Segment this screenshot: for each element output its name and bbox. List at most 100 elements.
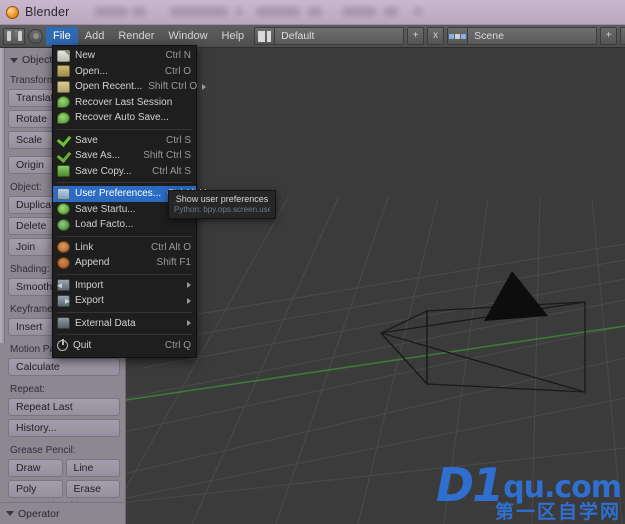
save-copy-icon — [57, 165, 70, 178]
history-button[interactable]: History... — [8, 419, 120, 437]
app-title: Blender — [25, 5, 70, 19]
editor-type-icon[interactable]: ⋮ — [3, 27, 25, 45]
save-startup-icon — [57, 203, 70, 216]
export-icon — [57, 294, 70, 307]
save-check-icon — [57, 134, 70, 146]
chevron-down-icon — [6, 511, 14, 516]
menu-item-label: Export — [75, 295, 104, 307]
menu-help[interactable]: Help — [215, 27, 252, 46]
menu-item-recover-last-session[interactable]: Recover Last Session — [53, 95, 196, 111]
menu-item-shortcut: Ctrl Alt O — [150, 241, 191, 253]
menu-add[interactable]: Add — [78, 27, 112, 46]
3d-viewport[interactable]: User Persp D1 qu.com 第一区自学网 — [126, 48, 625, 524]
menu-divider — [57, 311, 192, 313]
blender-window: Blender ⋮ File Add Render Window Help De… — [0, 0, 625, 524]
add-screen-layout-button[interactable]: + — [407, 27, 425, 45]
add-scene-button[interactable]: + — [600, 27, 618, 45]
menu-item-export[interactable]: Export — [53, 293, 196, 309]
menu-item-quit[interactable]: Quit Ctrl Q — [53, 338, 196, 354]
menu-item-shortcut: Shift F1 — [156, 257, 191, 269]
scene-value[interactable]: Scene — [468, 28, 597, 44]
append-icon — [57, 256, 70, 269]
menu-item-label: Quit — [73, 340, 92, 352]
menu-file[interactable]: File — [46, 26, 78, 46]
menu-item-label: Recover Auto Save... — [75, 112, 169, 124]
menu-item-label: New — [75, 50, 96, 62]
repeat-section-label: Repeat: — [10, 384, 46, 395]
gp-line-button[interactable]: Line — [65, 459, 120, 477]
menu-item-new[interactable]: New Ctrl N — [53, 48, 196, 64]
menu-item-label: Append — [75, 257, 110, 269]
menu-item-label: External Data — [75, 317, 136, 329]
screen-layout-selector[interactable]: Default — [254, 27, 405, 45]
menu-item-import[interactable]: Import — [53, 278, 196, 294]
menu-item-shortcut: Ctrl N — [165, 50, 191, 62]
viewport-grid — [126, 48, 625, 524]
link-icon — [57, 241, 70, 254]
blender-logo-icon — [6, 5, 19, 19]
save-as-check-icon — [57, 150, 70, 162]
operator-panel[interactable]: Operator — [0, 502, 126, 524]
load-factory-icon — [57, 218, 70, 231]
chevron-down-icon — [10, 57, 18, 63]
main-menu-bar: File Add Render Window Help — [46, 25, 251, 47]
menu-item-link[interactable]: Link Ctrl Alt O — [53, 240, 196, 256]
menu-item-shortcut: Shift Ctrl O — [148, 81, 198, 93]
menu-item-label: Load Facto... — [75, 219, 134, 231]
screen-layout-icon — [255, 28, 276, 44]
menu-item-recover-auto-save[interactable]: Recover Auto Save... — [53, 110, 196, 126]
grease-pencil-row-2: Poly Erase — [8, 480, 120, 498]
gp-poly-button[interactable]: Poly — [8, 480, 63, 498]
menu-item-load-facto[interactable]: Load Facto... — [53, 217, 196, 233]
repeat-last-button[interactable]: Repeat Last — [8, 398, 120, 416]
menu-window[interactable]: Window — [161, 27, 214, 46]
external-data-icon — [57, 317, 70, 330]
menu-item-external-data[interactable]: External Data — [53, 316, 196, 332]
menu-item-shortcut: Shift Ctrl S — [143, 150, 191, 162]
calculate-paths-button[interactable]: Calculate — [8, 358, 120, 376]
menu-item-label: Save — [75, 134, 98, 146]
chevron-right-icon — [202, 83, 207, 90]
tooltip: Show user preferences Python: bpy.ops.sc… — [168, 190, 276, 219]
remove-scene-button[interactable]: x — [620, 27, 625, 45]
menu-divider — [57, 182, 192, 183]
menu-item-label: Open Recent... — [75, 81, 143, 93]
menu-item-shortcut: Ctrl O — [164, 65, 191, 77]
menu-item-shortcut: Ctrl S — [166, 134, 191, 146]
quit-power-icon — [57, 339, 68, 352]
tool-shelf-scrollbar[interactable] — [0, 48, 5, 343]
menu-divider — [57, 235, 192, 237]
menu-item-append[interactable]: Append Shift F1 — [53, 255, 196, 271]
menu-item-shortcut: Ctrl Alt S — [152, 165, 191, 177]
menu-item-label: Save As... — [75, 150, 121, 162]
menu-item-label: Import — [75, 279, 104, 291]
menu-item-shortcut: Ctrl Q — [164, 340, 191, 352]
menu-item-label: Link — [75, 241, 94, 253]
menu-item-label: Recover Last Session — [75, 96, 173, 108]
menu-item-label: Save Copy... — [75, 165, 132, 177]
menu-item-save-copy[interactable]: Save Copy... Ctrl Alt S — [53, 164, 196, 180]
collapse-menus-button[interactable] — [28, 28, 43, 44]
menu-item-save-as[interactable]: Save As... Shift Ctrl S — [53, 148, 196, 164]
menu-item-open-recent[interactable]: Open Recent... Shift Ctrl O — [53, 79, 207, 95]
menu-item-open[interactable]: Open... Ctrl O — [53, 64, 196, 80]
grease-pencil-section-label: Grease Pencil: — [10, 445, 76, 456]
scene-selector[interactable]: Scene — [447, 27, 598, 45]
screen-layout-value[interactable]: Default — [275, 28, 404, 44]
gp-erase-button[interactable]: Erase — [65, 480, 120, 498]
tooltip-python-command: Python: bpy.ops.screen.userpref_show() — [174, 205, 270, 214]
chevron-right-icon — [187, 320, 191, 327]
chevron-right-icon — [187, 297, 191, 304]
new-file-icon — [57, 49, 70, 62]
operator-panel-label: Operator — [18, 507, 60, 520]
gp-draw-button[interactable]: Draw — [8, 459, 63, 477]
menu-divider — [57, 334, 192, 335]
scene-icon — [448, 28, 469, 44]
tooltip-title: Show user preferences — [175, 194, 269, 204]
chevron-right-icon — [187, 282, 191, 289]
watermark: D1 qu.com 第一区自学网 — [436, 462, 622, 522]
menu-item-save[interactable]: Save Ctrl S — [53, 133, 196, 149]
recover-autosave-icon — [57, 111, 70, 124]
menu-render[interactable]: Render — [111, 27, 161, 46]
remove-screen-layout-button[interactable]: x — [427, 27, 445, 45]
